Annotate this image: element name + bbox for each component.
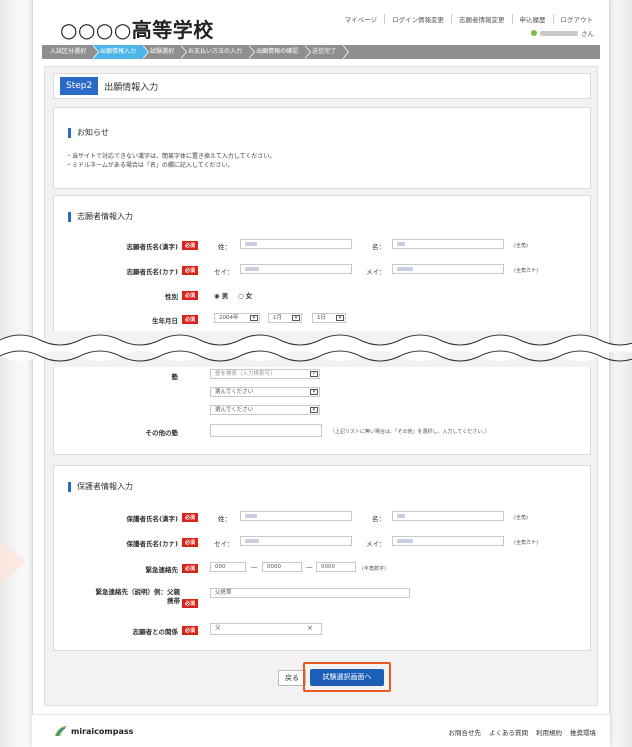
guardian-name-kana-label: 保護者氏名(カナ) (126, 540, 178, 548)
required-badge: 必須 (182, 291, 199, 300)
birth-date-label: 生年月日 (152, 317, 178, 325)
footer-contact-link[interactable]: お問合せ先 (449, 727, 482, 737)
chevron-down-icon: ▾ (292, 315, 300, 321)
footer-terms-link[interactable]: 利用規約 (536, 727, 562, 737)
juku-select-2[interactable]: 選んでください ▾ (210, 405, 320, 415)
birth-month-select[interactable]: 1月 ▾ (268, 313, 302, 323)
chevron-down-icon: ▾ (310, 389, 318, 395)
chevron-down-icon: ▾ (310, 371, 318, 377)
relation-select[interactable]: 父 × (210, 623, 322, 635)
user-icon (531, 30, 537, 36)
footer-faq-link[interactable]: よくある質問 (489, 727, 528, 737)
gender-male-radio[interactable]: ◉ 男 (214, 290, 228, 300)
chevron-down-icon: ▾ (250, 315, 258, 321)
tel-part-3-input[interactable]: 0000 (316, 562, 356, 572)
birth-day-select[interactable]: 1日 ▾ (312, 313, 346, 323)
progress-steps: 入試区分選択 出願情報入力 試験選択 お支払い方法の入力 出願情報の確認 送信完… (42, 45, 600, 59)
emergency-contact-label: 緊急連絡先 (145, 566, 179, 574)
chevron-down-icon: ▾ (336, 315, 344, 321)
juku-search-select[interactable]: 塾を検索（入力検索可） ▾ (210, 369, 320, 379)
step-badge: Step2 (60, 77, 99, 95)
juku-select-1[interactable]: 選んでください ▾ (210, 387, 320, 397)
required-badge: 必須 (182, 564, 199, 573)
gender-female-radio[interactable]: ○ 女 (238, 290, 252, 300)
nav-mypage[interactable]: マイページ (338, 14, 384, 24)
back-button[interactable]: 戻る (278, 670, 306, 686)
chevron-down-icon: ▾ (310, 407, 318, 413)
applicant-first-name-kana-input[interactable] (392, 264, 504, 274)
applicant-last-name-kana-input[interactable] (240, 264, 352, 274)
required-badge: 必須 (182, 626, 199, 635)
guardian-first-name-input[interactable] (392, 511, 504, 521)
emergency-desc-input[interactable]: 父携帯 (210, 588, 410, 598)
birth-year-select[interactable]: 2004年 ▾ (214, 313, 260, 323)
applicant-title: 志願者情報入力 (68, 212, 133, 222)
applicant-name-kanji-label: 志願者氏名(漢字) (126, 243, 178, 251)
footer-env-link[interactable]: 推奨環境 (570, 727, 596, 737)
site-header: ○○○○高等学校 マイページ ログイン情報変更 志願者情報変更 申込履歴 ログア… (40, 8, 600, 42)
gender-label: 性別 (165, 293, 178, 301)
step-5: 出願情報の確認 (248, 45, 312, 59)
required-badge: 必須 (182, 266, 199, 275)
guardian-title: 保護者情報入力 (68, 482, 133, 492)
required-badge: 必須 (182, 315, 199, 324)
step-header: Step2 出願情報入力 (53, 73, 591, 99)
footer-links: お問合せ先 よくある質問 利用規約 推奨環境 (449, 727, 597, 737)
required-badge: 必須 (182, 241, 199, 250)
notice-title: お知らせ (68, 128, 109, 138)
main-content: Step2 出願情報入力 お知らせ ・当サイトで対応できない漢字は、簡易字体に置… (44, 66, 598, 706)
miraicompass-logo: miraicompass (54, 725, 133, 737)
notice-card: お知らせ ・当サイトで対応できない漢字は、簡易字体に置き換えて入力してください。… (53, 107, 591, 189)
required-badge: 必須 (182, 513, 199, 522)
required-badge: 必須 (182, 538, 199, 547)
nav-applicant-info[interactable]: 志願者情報変更 (451, 14, 512, 24)
guardian-last-name-kana-input[interactable] (240, 536, 352, 546)
guardian-name-kanji-label: 保護者氏名(漢字) (126, 515, 178, 523)
applicant-name-kana-label: 志願者氏名(カナ) (126, 268, 178, 276)
nav-logout[interactable]: ログアウト (552, 14, 601, 24)
guardian-card: 保護者情報入力 保護者氏名(漢字) 必須 姓： 名： (全角) 保護者氏名(カナ… (53, 465, 591, 651)
other-juku-label: その他の塾 (145, 429, 179, 437)
school-name: ○○○○高等学校 (60, 18, 214, 42)
page-title: 出願情報入力 (104, 82, 159, 93)
guardian-first-name-kana-input[interactable] (392, 536, 504, 546)
applicant-card-continued: 塾 塾を検索（入力検索可） ▾ 選んでください ▾ 選んでください ▾ その他の塾 （… (53, 367, 591, 455)
applicant-card: 志願者情報入力 志願者氏名(漢字) 必須 姓： 名： (全角) 志願者氏名(カナ… (53, 195, 591, 331)
tel-part-2-input[interactable]: 0000 (262, 562, 302, 572)
decorative-arrow (0, 540, 26, 584)
page-cut-wave (0, 334, 632, 362)
step-4: お支払い方法の入力 (180, 45, 256, 59)
close-icon: × (307, 624, 313, 632)
juku-label: 塾 (171, 373, 179, 381)
tel-part-1-input[interactable]: 000 (210, 562, 246, 572)
step-1: 入試区分選択 (42, 45, 100, 59)
applicant-first-name-input[interactable] (392, 239, 504, 249)
next-to-exam-selection-button[interactable]: 試験選択画面へ (310, 669, 384, 686)
step-2-current: 出願情報入力 (92, 45, 150, 59)
other-juku-hint: （上記リストに無い場合は、「その他」を選択し、入力してください。） (330, 429, 490, 435)
nav-history[interactable]: 申込履歴 (511, 14, 553, 24)
nav-login-info[interactable]: ログイン情報変更 (384, 14, 451, 24)
notice-line-1: ・当サイトで対応できない漢字は、簡易字体に置き換えて入力してください。 (66, 153, 276, 160)
applicant-last-name-input[interactable] (240, 239, 352, 249)
compass-logo-icon (55, 726, 67, 737)
top-nav: マイページ ログイン情報変更 志願者情報変更 申込履歴 ログアウト (338, 14, 600, 24)
relation-label: 志願者との関係 (132, 628, 178, 636)
masked-user-name (540, 30, 578, 36)
emergency-desc-label: 緊急連絡先（説明）例：父親携帯 (95, 588, 181, 605)
site-footer: miraicompass お問合せ先 よくある質問 利用規約 推奨環境 (32, 714, 610, 747)
user-name: さん (531, 28, 594, 38)
notice-line-2: ・ミドルネームがある場合は「名」の欄に記入してください。 (66, 162, 234, 169)
guardian-last-name-input[interactable] (240, 511, 352, 521)
other-juku-input[interactable] (210, 424, 322, 437)
required-badge: 必須 (182, 599, 199, 608)
